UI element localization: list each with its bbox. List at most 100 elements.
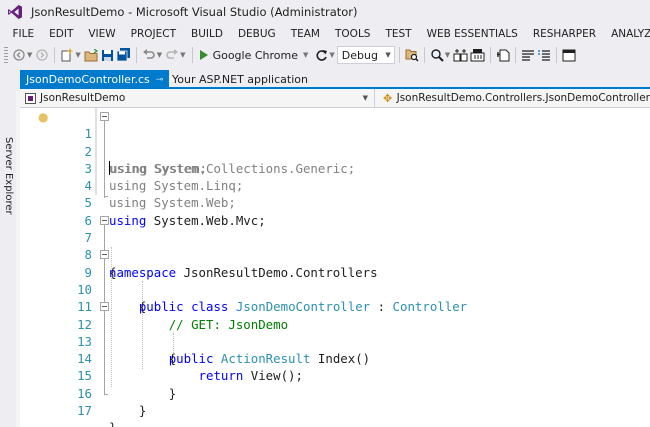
visual-studio-logo-icon xyxy=(8,5,22,19)
menu-edit[interactable]: EDIT xyxy=(42,28,81,40)
forward-arrow-icon xyxy=(36,49,49,61)
project-dropdown[interactable]: JsonResultDemo ▼ xyxy=(20,89,375,107)
menu-file[interactable]: FILE xyxy=(5,28,42,40)
window-title: JsonResultDemo - Microsoft Visual Studio… xyxy=(31,5,358,19)
save-button[interactable] xyxy=(101,46,115,64)
new-item-button[interactable] xyxy=(496,46,510,64)
code-token: } xyxy=(138,403,147,419)
menu-build[interactable]: BUILD xyxy=(184,28,231,40)
line-number: 17 xyxy=(77,403,92,419)
toolbar-separator xyxy=(515,47,517,63)
code-line: 14 return View(); xyxy=(20,333,650,383)
pin-icon[interactable]: ⊸ xyxy=(156,75,164,85)
open-file-button[interactable] xyxy=(84,46,99,64)
run-target-label: Google Chrome xyxy=(212,48,298,62)
chevron-down-icon: ▼ xyxy=(385,51,391,59)
toolbar-separator xyxy=(490,47,492,63)
collapse-icon[interactable] xyxy=(100,112,109,121)
redo-dropdown-icon[interactable]: ▼ xyxy=(180,51,185,59)
toolbar-separator xyxy=(398,47,400,63)
server-explorer-label: Server Explorer xyxy=(3,137,14,215)
class-path: JsonResultDemo.Controllers.JsonDemoContr… xyxy=(396,92,650,104)
menu-web-essentials[interactable]: WEB ESSENTIALS xyxy=(419,28,525,40)
tab-label: JsonDemoController.cs xyxy=(26,73,150,86)
toolbar-separator xyxy=(54,47,56,63)
code-line: 7 namespace JsonResultDemo.Controllers xyxy=(20,212,650,280)
code-line: 9 public class JsonDemoController : Cont… xyxy=(20,246,650,314)
code-line: 15 } xyxy=(20,350,650,400)
toolbar-separator xyxy=(191,47,193,63)
new-project-dropdown-icon[interactable]: ▼ xyxy=(75,51,80,59)
standard-toolbar: ▼ ▼ ▼ ▼ Google Chrome ▼ ▼ Debug ▼ ▼ xyxy=(0,43,650,67)
menu-resharper[interactable]: RESHARPER xyxy=(525,28,603,40)
back-button[interactable] xyxy=(12,46,26,64)
rebuild-icon xyxy=(470,49,485,62)
code-line: 3 using System.Linq; xyxy=(20,143,650,193)
type-dropdown[interactable]: ✥ JsonResultDemo.Controllers.JsonDemoCon… xyxy=(378,89,650,107)
undo-button[interactable] xyxy=(142,46,156,64)
play-icon xyxy=(199,50,208,60)
undo-icon xyxy=(143,49,156,59)
solution-configuration-select[interactable]: Debug ▼ xyxy=(336,46,395,64)
new-project-button[interactable] xyxy=(60,46,74,64)
find-button[interactable] xyxy=(430,46,444,64)
save-all-button[interactable] xyxy=(116,46,131,64)
toolbar-separator xyxy=(423,47,425,63)
find-in-files-button[interactable] xyxy=(405,46,419,64)
rebuild-solution-button[interactable] xyxy=(470,46,485,64)
find-dropdown-icon[interactable]: ▼ xyxy=(445,51,450,59)
code-text: } xyxy=(109,419,116,427)
collapse-icon[interactable] xyxy=(100,250,109,260)
open-folder-icon xyxy=(84,48,98,61)
redo-icon xyxy=(165,49,178,59)
code-line: 2 using System.Collections.Generic; xyxy=(20,125,650,176)
redo-button[interactable] xyxy=(165,46,179,64)
code-line: 17 } xyxy=(20,385,650,427)
toolbar-grip[interactable] xyxy=(4,47,8,63)
tab-label: Your ASP.NET application xyxy=(172,73,308,86)
refresh-dropdown-icon[interactable]: ▼ xyxy=(329,51,334,59)
navigation-bar: JsonResultDemo ▼ ✥ JsonResultDemo.Contro… xyxy=(20,89,650,108)
menu-project[interactable]: PROJECT xyxy=(123,28,183,40)
code-line: 10 { xyxy=(20,264,650,314)
toggle-comment-button[interactable] xyxy=(521,46,535,64)
collapse-icon[interactable] xyxy=(100,215,109,225)
code-line: 11 // GET: JsonDemo xyxy=(20,281,650,331)
menu-tools[interactable]: TOOLS xyxy=(328,28,378,40)
server-explorer-tab[interactable]: Server Explorer xyxy=(2,137,14,217)
build-solution-button[interactable] xyxy=(453,46,468,64)
menu-debug[interactable]: DEBUG xyxy=(230,28,283,40)
class-icon: ✥ xyxy=(383,91,393,105)
code-line: 1 using System; xyxy=(20,108,650,176)
code-line: 8 { xyxy=(20,229,650,279)
menu-team[interactable]: TEAM xyxy=(283,28,327,40)
csharp-project-icon xyxy=(25,92,36,104)
forward-button[interactable] xyxy=(35,46,49,64)
toolbar-separator xyxy=(556,47,558,63)
comment-lines-icon xyxy=(522,49,535,61)
save-icon xyxy=(102,49,114,61)
menu-test[interactable]: TEST xyxy=(378,28,419,40)
toolbar-window-icon xyxy=(562,49,576,61)
project-name: JsonResultDemo xyxy=(40,92,126,104)
uncomment-button[interactable] xyxy=(537,46,551,64)
magnifier-icon xyxy=(431,49,444,62)
undo-dropdown-icon[interactable]: ▼ xyxy=(157,51,162,59)
collapse-icon[interactable] xyxy=(100,302,109,312)
back-dropdown-icon[interactable]: ▼ xyxy=(27,51,32,59)
code-line: 4 using System.Web; xyxy=(20,160,650,210)
solution-explorer-button[interactable] xyxy=(562,46,576,64)
title-bar: JsonResultDemo - Microsoft Visual Studio… xyxy=(0,0,650,24)
code-editor[interactable]: ● 1 using System; 2 using System.Collect… xyxy=(20,108,650,427)
new-project-icon xyxy=(61,48,74,62)
uncomment-lines-icon xyxy=(538,49,551,61)
document-tab-strip: JsonDemoController.cs ⊸ ✕ Your ASP.NET a… xyxy=(16,67,650,89)
start-debugging-button[interactable]: Google Chrome ▼ xyxy=(197,46,314,64)
save-all-icon xyxy=(116,48,130,62)
find-in-files-icon xyxy=(405,49,419,62)
refresh-browser-button[interactable] xyxy=(314,46,328,64)
menu-analyze[interactable]: ANALYZE xyxy=(604,28,650,40)
code-line: 6 xyxy=(20,195,650,228)
run-target-dropdown-icon[interactable]: ▼ xyxy=(303,51,308,59)
menu-view[interactable]: VIEW xyxy=(81,28,123,40)
